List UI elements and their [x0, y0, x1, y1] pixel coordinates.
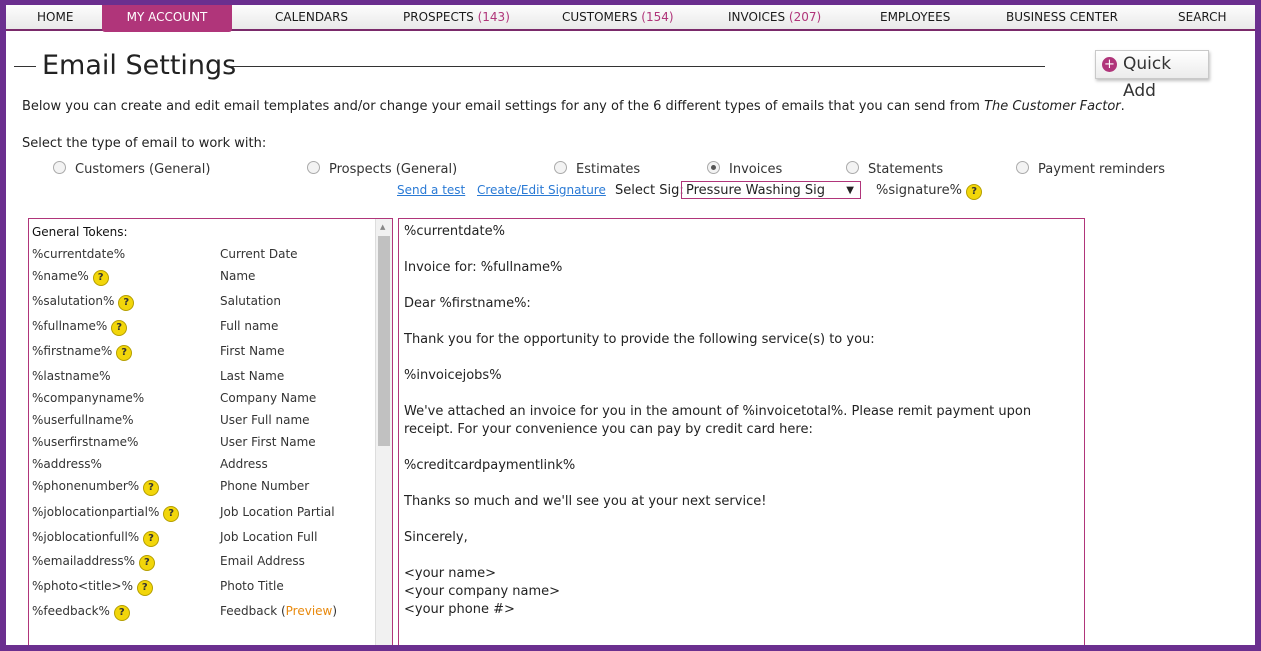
help-icon[interactable]: ?	[92, 270, 109, 286]
body-blank-line	[404, 547, 1079, 565]
body-blank-line	[404, 349, 1079, 367]
body-line: %creditcardpaymentlink%	[404, 458, 576, 473]
help-icon[interactable]: ?	[163, 506, 180, 522]
body-blank-line	[404, 439, 1079, 457]
help-icon[interactable]: ?	[116, 345, 133, 361]
help-icon[interactable]: ?	[143, 480, 160, 496]
radio-prospects-general[interactable]: Prospects (General)	[307, 161, 457, 177]
title-rule-left	[14, 66, 36, 67]
nav-employees[interactable]: EMPLOYEES	[880, 5, 950, 29]
body-line: Dear %firstname%:	[404, 296, 531, 311]
nav-invoices[interactable]: INVOICES (207)	[728, 5, 821, 29]
body-line: Sincerely,	[404, 530, 468, 545]
body-line: Invoice for: %fullname%	[404, 260, 563, 275]
nav-calendars[interactable]: CALENDARS	[275, 5, 348, 29]
signature-select[interactable]: Pressure Washing Sig ▼	[681, 181, 861, 199]
radio-invoices[interactable]: Invoices	[707, 161, 782, 177]
body-line: <your company name>	[404, 584, 561, 599]
body-blank-line	[404, 511, 1079, 529]
body-line: %invoicejobs%	[404, 368, 502, 383]
dropdown-arrow-icon: ▼	[846, 185, 854, 196]
top-nav: HOME MY ACCOUNT CALENDARS PROSPECTS (143…	[6, 5, 1255, 32]
select-sig-label: Select Sig:	[615, 183, 684, 198]
scroll-up-icon[interactable]: ▲	[380, 223, 385, 231]
radio-selected-icon	[707, 161, 720, 174]
help-icon[interactable]: ?	[136, 580, 153, 596]
brand-name: The Customer Factor	[984, 99, 1121, 114]
invoices-count: (207)	[788, 10, 822, 24]
body-line: %currentdate%	[404, 224, 505, 239]
radio-button-icon	[53, 161, 66, 174]
radio-button-icon	[554, 161, 567, 174]
customers-count: (154)	[641, 10, 674, 24]
page-title: Email Settings	[42, 50, 237, 81]
help-icon[interactable]: ?	[143, 531, 160, 547]
tokens-scrollbar[interactable]: ▲	[375, 219, 392, 645]
help-icon[interactable]: ?	[118, 295, 135, 311]
body-line: Thank you for the opportunity to provide…	[404, 332, 875, 347]
help-icon[interactable]: ?	[113, 605, 130, 621]
nav-business-center[interactable]: BUSINESS CENTER	[1006, 5, 1118, 29]
title-rule-right	[228, 66, 1045, 67]
page-header: Email Settings	[14, 49, 1255, 83]
body-line: We've attached an invoice for you in the…	[404, 404, 1032, 437]
email-body-editor[interactable]: %currentdate% Invoice for: %fullname% Dear…	[398, 218, 1085, 645]
nav-home[interactable]: HOME	[37, 5, 73, 29]
prospects-count: (143)	[477, 10, 510, 24]
body-line: Thanks so much and we'll see you at your…	[404, 494, 767, 509]
feedback-preview-link[interactable]: Preview	[286, 604, 333, 618]
radio-estimates[interactable]: Estimates	[554, 161, 640, 177]
tokens-heading: General Tokens:	[32, 225, 128, 239]
help-icon[interactable]: ?	[138, 555, 155, 571]
radio-button-icon	[307, 161, 320, 174]
signature-token: %signature% ?	[876, 183, 983, 200]
send-test-link[interactable]: Send a test	[397, 183, 465, 197]
radio-button-icon	[1016, 161, 1029, 174]
body-blank-line	[404, 277, 1079, 295]
body-blank-line	[404, 385, 1079, 403]
radio-payment-reminders[interactable]: Payment reminders	[1016, 161, 1165, 177]
help-icon[interactable]: ?	[966, 184, 983, 200]
email-type-label: Select the type of email to work with:	[22, 136, 267, 151]
nav-my-account[interactable]: MY ACCOUNT	[102, 5, 232, 32]
app-frame: HOME MY ACCOUNT CALENDARS PROSPECTS (143…	[6, 5, 1255, 645]
body-line: <your phone #>	[404, 602, 515, 617]
body-blank-line	[404, 241, 1079, 259]
tokens-panel[interactable]: General Tokens: %currentdate% Current Dat…	[28, 218, 393, 645]
radio-button-icon	[846, 161, 859, 174]
scroll-thumb[interactable]	[378, 236, 390, 446]
quick-add-button[interactable]: + Quick Add	[1095, 50, 1209, 101]
radio-customers-general[interactable]: Customers (General)	[53, 161, 210, 177]
body-line: <your name>	[404, 566, 497, 581]
help-icon[interactable]: ?	[111, 320, 128, 336]
nav-customers[interactable]: CUSTOMERS (154)	[562, 5, 674, 29]
radio-statements[interactable]: Statements	[846, 161, 943, 177]
nav-prospects[interactable]: PROSPECTS (143)	[403, 5, 510, 29]
body-blank-line	[404, 313, 1079, 331]
nav-search[interactable]: SEARCH	[1178, 5, 1227, 29]
body-blank-line	[404, 475, 1079, 493]
intro-text: Below you can create and edit email temp…	[22, 99, 1125, 114]
quick-add-label: Quick Add	[1123, 54, 1172, 101]
plus-icon: +	[1102, 57, 1117, 72]
edit-signature-link[interactable]: Create/Edit Signature	[477, 183, 606, 197]
